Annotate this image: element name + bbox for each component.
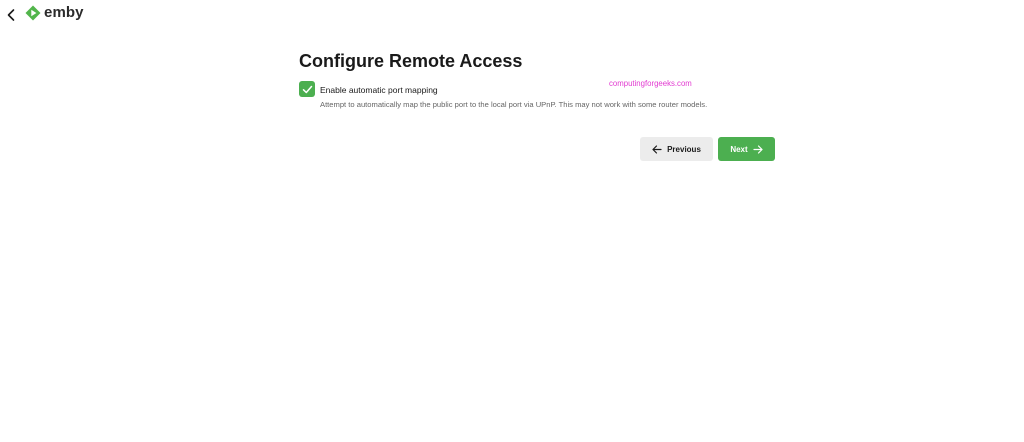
- emby-logo[interactable]: emby: [25, 5, 84, 21]
- page-title: Configure Remote Access: [299, 51, 523, 71]
- port-mapping-helper-text: Attempt to automatically map the public …: [320, 100, 708, 109]
- port-mapping-label[interactable]: Enable automatic port mapping: [320, 85, 438, 95]
- top-bar: emby: [0, 0, 1024, 30]
- previous-button[interactable]: Previous: [640, 137, 713, 161]
- port-mapping-option: Enable automatic port mapping: [299, 81, 438, 97]
- port-mapping-checkbox[interactable]: [299, 81, 315, 97]
- next-button-label: Next: [730, 144, 748, 154]
- chevron-left-icon: [7, 9, 15, 21]
- back-button[interactable]: [3, 6, 19, 24]
- arrow-left-icon: [652, 144, 662, 154]
- arrow-right-icon: [753, 144, 763, 154]
- previous-button-label: Previous: [667, 144, 701, 154]
- logo-text: emby: [44, 4, 84, 21]
- checkmark-icon: [302, 85, 312, 93]
- emby-logo-icon: [25, 5, 41, 21]
- next-button[interactable]: Next: [718, 137, 775, 161]
- watermark-text: computingforgeeks.com: [609, 79, 692, 88]
